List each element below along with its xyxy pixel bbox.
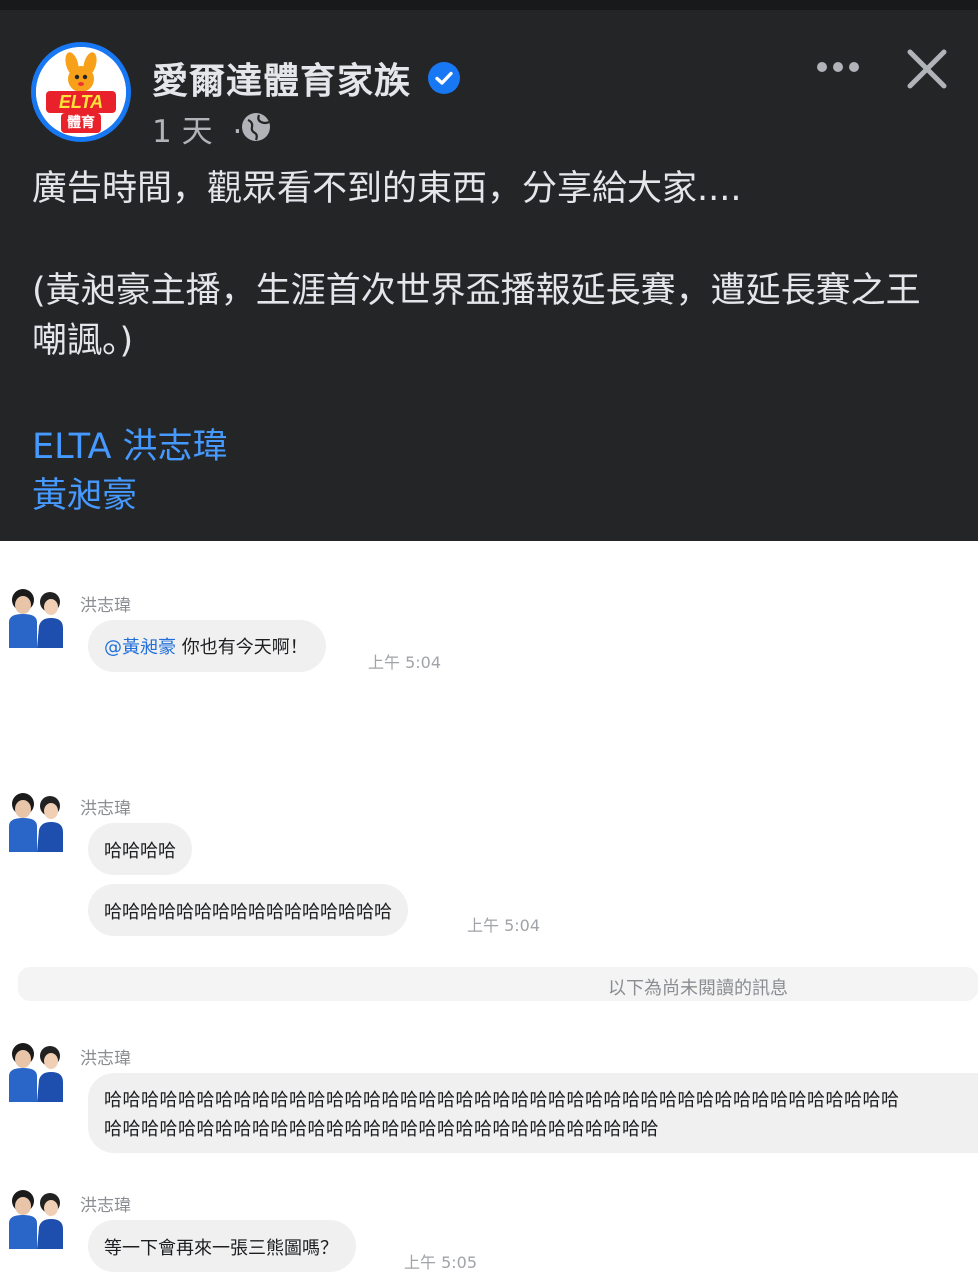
message-text: 哈哈哈哈哈哈哈哈哈哈哈哈哈哈哈哈: [104, 902, 392, 923]
message-text: 等一下會再來一張三熊圖嗎？: [104, 1238, 338, 1259]
page-avatar[interactable]: ELTA 體育: [31, 42, 131, 142]
message-time: 上午 5:04: [368, 653, 442, 672]
unread-divider-label: 以下為尚未閱讀的訊息: [608, 978, 788, 999]
message-time: 上午 5:05: [404, 1253, 478, 1272]
facebook-post: ELTA 體育 愛爾達體育家族 1 天 · 廣告時間，觀眾看不到的東西，分享給大…: [0, 0, 978, 541]
message-text-line2: 哈哈哈哈哈哈哈哈哈哈哈哈哈哈哈哈哈哈哈哈哈哈哈哈哈哈哈哈哈哈: [104, 1119, 659, 1140]
tag-link-elta[interactable]: ELTA 洪志瑋: [32, 418, 228, 469]
globe-icon: [242, 113, 270, 141]
message-time: 上午 5:04: [467, 916, 541, 935]
sender-avatar[interactable]: [5, 586, 67, 648]
mention-link[interactable]: @黃昶豪: [104, 637, 176, 658]
top-strip: [0, 0, 978, 10]
message-bubble[interactable]: 哈哈哈哈: [88, 823, 192, 875]
more-options-icon[interactable]: [812, 52, 864, 82]
logo-text: ELTA: [58, 92, 104, 112]
message-text: 哈哈哈哈: [104, 841, 176, 862]
message-text-line1: 哈哈哈哈哈哈哈哈哈哈哈哈哈哈哈哈哈哈哈哈哈哈哈哈哈哈哈哈哈哈哈哈哈哈哈哈哈哈哈哈…: [104, 1090, 900, 1111]
sender-avatar[interactable]: [5, 1187, 67, 1249]
close-icon[interactable]: [902, 44, 952, 94]
elta-logo: ELTA 體育: [36, 47, 126, 137]
message-bubble[interactable]: 等一下會再來一張三熊圖嗎？: [88, 1220, 356, 1272]
post-text-paragraph2: (黃昶豪主播，生涯首次世界盃播報延長賽，遭延長賽之王嘲諷。): [32, 271, 921, 361]
page-name[interactable]: 愛爾達體育家族: [152, 52, 411, 104]
post-meta: 1 天 ·: [152, 106, 242, 151]
sender-name: 洪志瑋: [80, 1049, 131, 1069]
message-bubble[interactable]: @黃昶豪 你也有今天啊！: [88, 620, 326, 672]
sender-avatar[interactable]: [5, 1040, 67, 1102]
message-text: 你也有今天啊！: [176, 637, 308, 658]
logo-subtext: 體育: [61, 113, 101, 133]
sender-name: 洪志瑋: [80, 596, 131, 616]
sender-name: 洪志瑋: [80, 799, 131, 819]
tag-link-huang[interactable]: 黃昶豪: [32, 467, 137, 518]
post-time[interactable]: 1 天: [152, 114, 213, 150]
unread-divider: 以下為尚未閱讀的訊息: [18, 967, 978, 1001]
message-bubble[interactable]: 哈哈哈哈哈哈哈哈哈哈哈哈哈哈哈哈: [88, 884, 408, 936]
post-text-line1: 廣告時間，觀眾看不到的東西，分享給大家....: [32, 169, 742, 209]
message-bubble[interactable]: 哈哈哈哈哈哈哈哈哈哈哈哈哈哈哈哈哈哈哈哈哈哈哈哈哈哈哈哈哈哈哈哈哈哈哈哈哈哈哈哈…: [88, 1073, 978, 1153]
sender-name: 洪志瑋: [80, 1196, 131, 1216]
sender-avatar[interactable]: [5, 790, 67, 852]
verified-badge-icon: [428, 62, 460, 94]
